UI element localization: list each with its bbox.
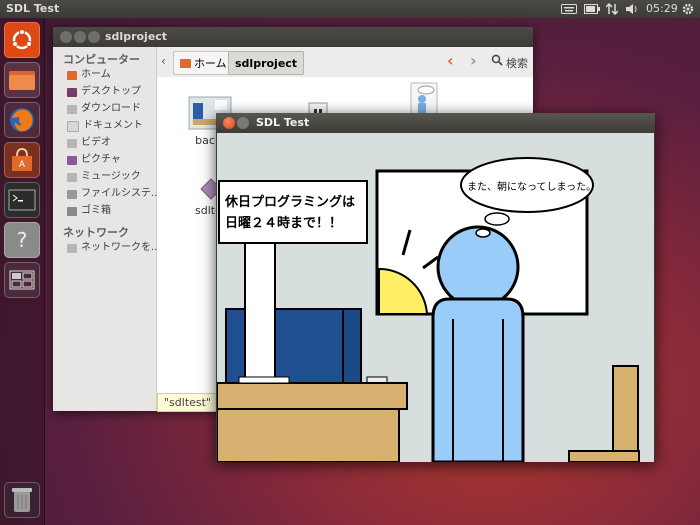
video-icon (67, 138, 77, 148)
maximize-icon[interactable] (88, 31, 100, 43)
person-body (431, 297, 525, 462)
close-icon[interactable] (60, 31, 72, 43)
breadcrumb-current[interactable]: sdlproject (228, 51, 305, 75)
file-item[interactable] (409, 81, 439, 117)
volume-icon[interactable] (624, 0, 640, 18)
network-icon[interactable] (604, 0, 620, 18)
sidebar-item-network[interactable]: ネットワークを... (67, 240, 161, 256)
gear-icon[interactable] (680, 0, 696, 18)
keyboard-icon[interactable] (560, 0, 578, 18)
sidebar-item-desktop[interactable]: デスクトップ (67, 84, 141, 100)
sidebar-item-filesystem[interactable]: ファイルシステ... (67, 186, 161, 202)
app-title: SDL Test (6, 2, 60, 15)
trash-icon (67, 206, 77, 216)
search-icon[interactable] (491, 54, 503, 69)
sidebar-item-label: ピクチャ (81, 154, 121, 165)
sidebar-header-network: ネットワーク (63, 226, 129, 239)
sdl-canvas[interactable]: また、朝になってしまった。 休日プログラミングは 日曜２４時まで！！ (217, 133, 654, 462)
sidebar-item-label: ネットワークを... (81, 242, 161, 253)
battery-icon[interactable] (583, 0, 601, 18)
picture-icon (67, 155, 77, 165)
desk-body (217, 408, 400, 462)
sidebar-item-label: ドキュメント (83, 120, 143, 131)
sdl-test-window: SDL Test また、朝になってしまった。 休日プログラミングは 日曜２４時ま… (216, 113, 655, 462)
sign-text-line2: 日曜２４時まで！！ (225, 216, 343, 231)
sign-pole (244, 221, 276, 383)
clock[interactable]: 05:29 (646, 0, 678, 18)
sidebar-item-label: ゴミ箱 (81, 205, 111, 216)
breadcrumb-home[interactable]: ホーム (173, 51, 234, 75)
top-panel: SDL Test 05:29 (0, 0, 700, 18)
minimize-icon[interactable] (74, 31, 86, 43)
places-sidebar: コンピューター ホーム デスクトップ ダウンロード ドキュメント ビデオ ピクチ… (53, 47, 161, 411)
chair-back (612, 365, 639, 462)
sidebar-header-computer: コンピューター (63, 53, 140, 66)
minimize-icon[interactable] (237, 117, 249, 129)
person-head (436, 225, 520, 309)
launcher: A ? (0, 18, 45, 525)
sdl-titlebar[interactable]: SDL Test (216, 113, 655, 133)
music-icon (67, 172, 77, 182)
sidebar-item-videos[interactable]: ビデオ (67, 135, 111, 151)
breadcrumb-home-label: ホーム (194, 57, 227, 70)
monitor-side (342, 308, 362, 386)
download-icon (67, 104, 77, 114)
sidebar-item-label: ビデオ (81, 137, 111, 148)
back-arrow-icon[interactable]: ‹ (447, 51, 454, 70)
home-folder-icon[interactable] (4, 62, 40, 98)
ubuntu-logo-icon[interactable] (4, 22, 40, 58)
network-icon (67, 243, 77, 253)
breadcrumb-current-label: sdlproject (235, 56, 298, 70)
chair-seat (568, 450, 640, 462)
sign-text-line1: 休日プログラミングは (225, 195, 356, 210)
svg-text:?: ? (17, 228, 28, 252)
sign-base (238, 376, 290, 384)
close-icon[interactable] (223, 117, 235, 129)
sidebar-item-label: ファイルシステ... (81, 188, 161, 199)
sidebar-item-music[interactable]: ミュージック (67, 169, 141, 185)
sidebar-item-trash[interactable]: ゴミ箱 (67, 203, 111, 219)
terminal-icon[interactable] (4, 182, 40, 218)
sidebar-item-documents[interactable]: ドキュメント (67, 118, 143, 134)
speech-bubble-text: また、朝になってしまった。 (467, 182, 597, 193)
nav-left-arrow-icon[interactable]: ‹ (161, 54, 166, 68)
sidebar-item-downloads[interactable]: ダウンロード (67, 101, 141, 117)
person-image-icon (410, 82, 438, 116)
search-label[interactable]: 検索 (506, 55, 528, 71)
thought-bubble-small (484, 212, 510, 226)
window-title: SDL Test (256, 116, 310, 129)
forward-arrow-icon[interactable]: › (470, 51, 477, 70)
thought-bubble-tiny (475, 228, 491, 238)
document-icon (67, 120, 79, 132)
sidebar-item-label: デスクトップ (81, 86, 141, 97)
software-center-icon[interactable]: A (4, 142, 40, 178)
sidebar-item-home[interactable]: ホーム (67, 67, 111, 83)
svg-text:A: A (19, 160, 26, 170)
drive-icon (67, 189, 77, 199)
sidebar-item-label: ダウンロード (81, 103, 141, 114)
workspace-switcher-icon[interactable] (4, 262, 40, 298)
file-manager-titlebar[interactable]: sdlproject (53, 27, 533, 47)
sidebar-item-pictures[interactable]: ピクチャ (67, 152, 121, 168)
home-icon (67, 70, 77, 80)
firefox-icon[interactable] (4, 102, 40, 138)
desk-top (217, 382, 408, 410)
sidebar-item-label: ミュージック (81, 171, 141, 182)
home-icon (180, 58, 191, 68)
help-icon[interactable]: ? (4, 222, 40, 258)
window-title: sdlproject (105, 30, 168, 43)
desktop-icon (67, 87, 77, 97)
trash-icon[interactable] (4, 482, 40, 518)
sidebar-item-label: ホーム (81, 69, 111, 80)
